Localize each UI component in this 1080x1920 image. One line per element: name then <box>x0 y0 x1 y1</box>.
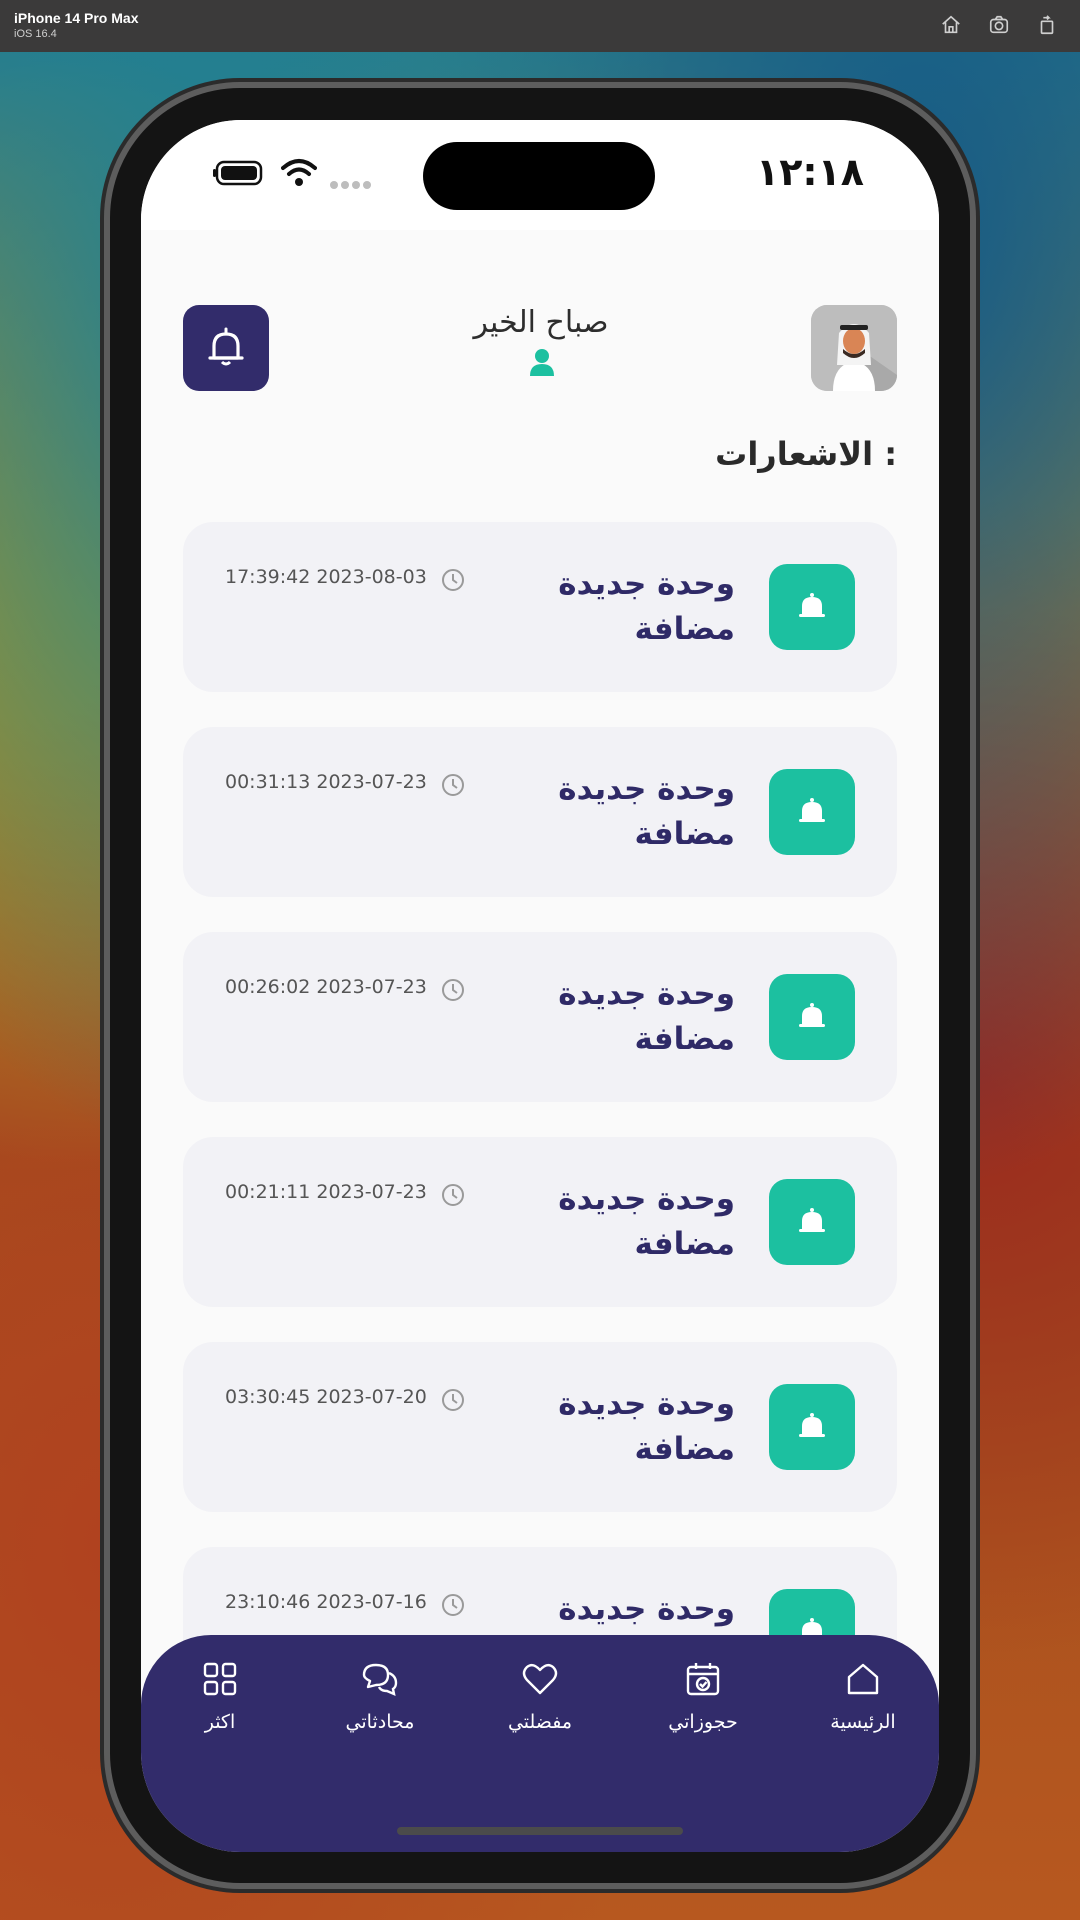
greeting-text: صباح الخير <box>473 305 609 340</box>
tab-favorites[interactable]: مفضلتي <box>465 1659 615 1733</box>
notification-title: وحدة جديدة مضافة <box>558 1386 735 1467</box>
notification-time: 23:10:46 2023-07-16 <box>225 1591 427 1613</box>
clock-icon <box>442 1594 464 1616</box>
tab-label: الرئيسية <box>830 1711 896 1733</box>
avatar[interactable] <box>811 305 897 391</box>
clock-icon <box>442 569 464 591</box>
notification-title: وحدة جديدة مضافة <box>558 771 735 852</box>
avatar-image <box>811 305 897 391</box>
tab-bookings[interactable]: حجوزاتي <box>628 1659 778 1733</box>
power-button <box>972 610 980 808</box>
simulator-device-name: iPhone 14 Pro Max <box>14 10 139 26</box>
clock-icon <box>442 774 464 796</box>
bell-icon <box>799 1003 825 1027</box>
calendar-check-icon <box>686 1663 720 1696</box>
notification-card[interactable]: وحدة جديدة مضافة 00:21:11 2023-07-23 <box>183 1137 897 1307</box>
notification-badge <box>769 1179 855 1265</box>
notification-time: 03:30:45 2023-07-20 <box>225 1386 427 1408</box>
volume-up-button <box>100 528 108 650</box>
bell-icon <box>799 1413 825 1437</box>
signal-dots-icon <box>330 181 371 189</box>
notification-time: 00:21:11 2023-07-23 <box>225 1181 427 1203</box>
notification-card[interactable]: وحدة جديدة مضافة 00:31:13 2023-07-23 <box>183 727 897 897</box>
tab-label: اكثر <box>204 1711 236 1733</box>
simulator-toolbar: iPhone 14 Pro Max iOS 16.4 <box>0 0 1080 52</box>
tab-chats[interactable]: محادثاتي <box>305 1659 455 1733</box>
tab-more[interactable]: اكثر <box>145 1659 295 1733</box>
notification-title: وحدة جديدة مضافة <box>558 976 735 1057</box>
notification-card[interactable]: وحدة جديدة مضافة 03:30:45 2023-07-20 <box>183 1342 897 1512</box>
bell-icon <box>799 798 825 822</box>
notifications-list: وحدة جديدة مضافة 17:39:42 2023-08-03 وحد… <box>183 522 897 1752</box>
chat-icon <box>362 1663 398 1697</box>
rotate-icon[interactable] <box>1036 14 1058 40</box>
tab-label: مفضلتي <box>507 1711 573 1733</box>
notification-card[interactable]: وحدة جديدة مضافة 00:26:02 2023-07-23 <box>183 932 897 1102</box>
simulator-os-version: iOS 16.4 <box>14 28 57 40</box>
app-screen: ١٢:١٨ صباح الخير الاشعارات: وحدة جديدة … <box>141 120 939 1852</box>
notification-time: 17:39:42 2023-08-03 <box>225 566 427 588</box>
notification-time: 00:31:13 2023-07-23 <box>225 771 427 793</box>
tab-label: حجوزاتي <box>668 1711 738 1733</box>
screenshot-icon[interactable] <box>988 14 1010 40</box>
status-time: ١٢:١٨ <box>756 150 864 194</box>
notification-title: وحدة جديدة مضافة <box>558 566 735 647</box>
user-icon <box>530 349 554 376</box>
clock-icon <box>442 1389 464 1411</box>
notification-card[interactable]: وحدة جديدة مضافة 17:39:42 2023-08-03 <box>183 522 897 692</box>
grid-icon <box>203 1662 237 1696</box>
tab-label: محادثاتي <box>345 1711 415 1733</box>
volume-down-button <box>100 683 108 805</box>
notification-time: 00:26:02 2023-07-23 <box>225 976 427 998</box>
home-icon[interactable] <box>940 14 962 40</box>
heart-icon <box>522 1663 558 1695</box>
notification-badge <box>769 564 855 650</box>
dynamic-island <box>423 142 655 210</box>
action-button <box>100 408 108 470</box>
tab-home[interactable]: الرئيسية <box>788 1659 938 1733</box>
status-bar: ١٢:١٨ <box>141 120 939 230</box>
battery-icon <box>213 160 263 186</box>
bell-icon <box>799 1208 825 1232</box>
clock-icon <box>442 979 464 1001</box>
bell-icon <box>208 327 244 366</box>
clock-icon <box>442 1184 464 1206</box>
notifications-button[interactable] <box>183 305 269 391</box>
notification-badge <box>769 1384 855 1470</box>
notifications-heading: الاشعارات : <box>715 435 897 473</box>
notification-badge <box>769 974 855 1060</box>
notification-badge <box>769 769 855 855</box>
home-indicator[interactable] <box>397 1827 683 1835</box>
bell-icon <box>799 593 825 617</box>
home-icon <box>847 1663 879 1695</box>
notification-title: وحدة جديدة مضافة <box>558 1181 735 1262</box>
wifi-icon <box>281 159 317 186</box>
bottom-tab-bar: الرئيسية حجوزاتي مفضلتي محادثاتي اكثر <box>141 1635 939 1852</box>
